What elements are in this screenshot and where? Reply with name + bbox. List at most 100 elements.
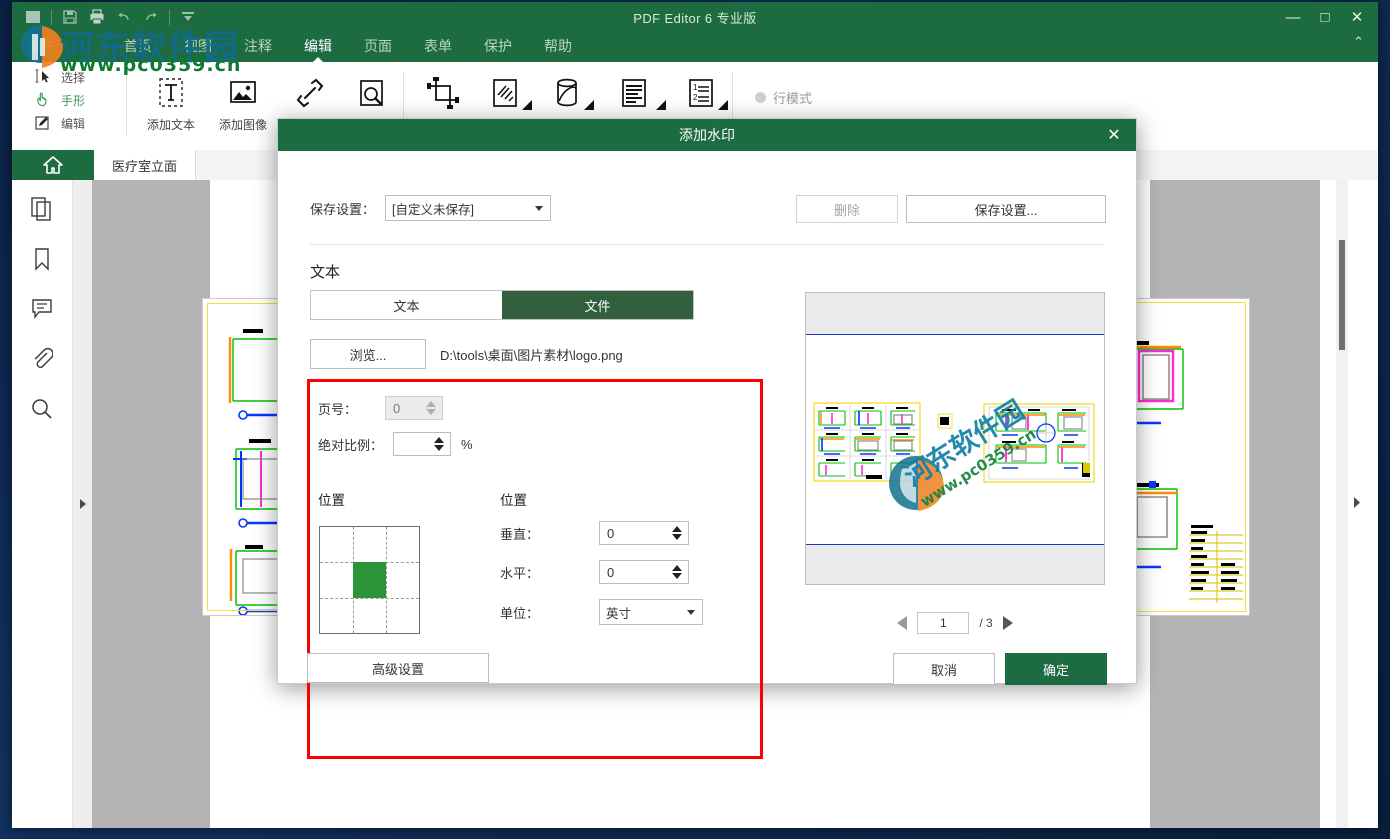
- background-dropdown-icon[interactable]: [584, 100, 594, 110]
- prev-page-arrow[interactable]: [897, 616, 907, 630]
- scale-up-arrow[interactable]: [434, 437, 444, 443]
- preview-page: 河东软件园 www.pc0359.cn: [806, 334, 1104, 545]
- tab-page[interactable]: 页面: [348, 32, 408, 62]
- watermark-dropdown-icon[interactable]: [522, 100, 532, 110]
- scrollbar-thumb[interactable]: [1339, 240, 1345, 350]
- home-tab-button[interactable]: [12, 150, 94, 180]
- vertical-value: 0: [607, 526, 614, 541]
- minimize-button[interactable]: —: [1278, 4, 1308, 30]
- vertical-up-arrow[interactable]: [672, 526, 682, 532]
- hand-tool-icon: [34, 91, 54, 109]
- bates-dropdown-icon[interactable]: [718, 100, 728, 110]
- horizontal-up-arrow[interactable]: [672, 565, 682, 571]
- add-watermark-dialog: 添加水印 ✕ 保存设置： [自定义未保存] 删除 保存设置... 文本 文本 文…: [277, 118, 1137, 684]
- bookmark-panel-icon[interactable]: [27, 244, 57, 274]
- tool-add-text-label: 添加文本: [147, 116, 195, 133]
- home-icon: [42, 155, 64, 175]
- save-preset-button[interactable]: 保存设置...: [906, 195, 1106, 223]
- attachment-panel-icon[interactable]: [27, 344, 57, 374]
- tab-form[interactable]: 表单: [408, 32, 468, 62]
- scale-down-arrow[interactable]: [434, 445, 444, 451]
- unit-row: 单位： 英寸: [500, 599, 703, 625]
- scale-spinner[interactable]: [393, 432, 451, 456]
- horizontal-row: 水平： 0: [500, 560, 689, 584]
- ok-button[interactable]: 确定: [1005, 653, 1107, 685]
- vertical-spinner[interactable]: 0: [599, 521, 689, 545]
- ribbon-tabs: 文件 首页 视图 注释 编辑 页面 表单 保护 帮助: [12, 32, 1378, 62]
- tab-help[interactable]: 帮助: [528, 32, 588, 62]
- comment-panel-icon[interactable]: [27, 294, 57, 324]
- collapse-ribbon-icon[interactable]: ⌃: [1353, 34, 1364, 50]
- document-tab-label: 医疗室立面: [112, 156, 177, 175]
- source-type-tabs: 文本 文件: [310, 290, 694, 320]
- unit-combobox[interactable]: 英寸: [599, 599, 703, 625]
- dialog-title-bar: 添加水印 ✕: [278, 119, 1136, 151]
- save-settings-label: 保存设置：: [310, 199, 375, 218]
- text-section-header: 文本: [310, 261, 340, 282]
- pages-panel-icon[interactable]: [27, 194, 57, 224]
- browse-button[interactable]: 浏览...: [310, 339, 426, 369]
- tab-protect[interactable]: 保护: [468, 32, 528, 62]
- watermark-preview[interactable]: 河东软件园 www.pc0359.cn: [805, 292, 1105, 585]
- watermark-icon: [487, 74, 523, 112]
- canvas-gutter-left: [92, 180, 210, 828]
- page-number-down-arrow[interactable]: [426, 409, 436, 415]
- add-image-icon: [224, 74, 262, 112]
- tab-view[interactable]: 视图: [168, 32, 228, 62]
- link-icon: [292, 74, 328, 112]
- tool-add-text[interactable]: 添加文本: [135, 62, 207, 133]
- delete-preset-button[interactable]: 删除: [796, 195, 898, 223]
- line-mode-toggle[interactable]: 行模式: [755, 62, 812, 107]
- cancel-button[interactable]: 取消: [893, 653, 995, 685]
- position-group-label-right: 位置: [500, 489, 527, 509]
- svg-text:1: 1: [693, 83, 698, 92]
- page-number-spinner[interactable]: 0: [385, 396, 443, 420]
- page-number-row: 页号： 0: [318, 396, 443, 420]
- chevron-down-icon: [535, 206, 543, 211]
- scale-label: 绝对比例：: [318, 435, 383, 454]
- page-preview-right[interactable]: [1120, 298, 1250, 616]
- search-panel-icon[interactable]: [27, 394, 57, 424]
- page-number-up-arrow[interactable]: [426, 401, 436, 407]
- mode-edit[interactable]: 编辑: [34, 114, 126, 132]
- page-number-value: 0: [393, 401, 400, 416]
- dialog-close-button[interactable]: ✕: [1100, 119, 1128, 151]
- vertical-down-arrow[interactable]: [672, 534, 682, 540]
- panel-splitter[interactable]: [73, 180, 92, 828]
- next-page-arrow[interactable]: [1003, 616, 1013, 630]
- close-button[interactable]: ✕: [1342, 4, 1372, 30]
- maximize-button[interactable]: □: [1310, 4, 1340, 30]
- anchor-position-grid[interactable]: [319, 526, 420, 634]
- header-footer-dropdown-icon[interactable]: [656, 100, 666, 110]
- preview-page-navigation: 1 / 3: [805, 611, 1105, 635]
- window-controls: — □ ✕: [1278, 4, 1372, 30]
- scale-row: 绝对比例： %: [318, 432, 473, 456]
- background-icon: [549, 74, 585, 112]
- mode-hand[interactable]: 手形: [34, 91, 126, 109]
- tab-home[interactable]: 首页: [108, 32, 168, 62]
- document-tab[interactable]: 医疗室立面: [94, 150, 196, 180]
- horizontal-spinner[interactable]: 0: [599, 560, 689, 584]
- preset-combobox[interactable]: [自定义未保存]: [385, 195, 551, 221]
- horizontal-down-arrow[interactable]: [672, 573, 682, 579]
- expand-right-panel-icon[interactable]: [1350, 495, 1364, 509]
- tool-add-image[interactable]: 添加图像: [207, 62, 279, 133]
- unit-chevron-down-icon: [687, 610, 695, 615]
- page-border-accent-2: [1124, 302, 1246, 612]
- preview-page-input[interactable]: 1: [917, 612, 969, 634]
- mode-hand-label: 手形: [61, 92, 85, 109]
- tab-comment[interactable]: 注释: [228, 32, 288, 62]
- percent-symbol: %: [461, 437, 473, 452]
- tab-file-source[interactable]: 文件: [502, 291, 693, 319]
- file-browse-row: 浏览... D:\tools\桌面\图片素材\logo.png: [310, 339, 623, 369]
- tab-text-source[interactable]: 文本: [311, 291, 502, 319]
- mode-edit-label: 编辑: [61, 115, 85, 132]
- tab-edit[interactable]: 编辑: [288, 32, 348, 62]
- dialog-title-label: 添加水印: [679, 125, 735, 145]
- save-settings-row: 保存设置： [自定义未保存]: [310, 195, 551, 221]
- vertical-label: 垂直：: [500, 524, 539, 543]
- canvas-vertical-scrollbar[interactable]: [1336, 180, 1348, 828]
- unit-value: 英寸: [606, 603, 631, 622]
- advanced-settings-button[interactable]: 高级设置: [307, 653, 489, 683]
- anchor-cell-center[interactable]: [353, 562, 386, 598]
